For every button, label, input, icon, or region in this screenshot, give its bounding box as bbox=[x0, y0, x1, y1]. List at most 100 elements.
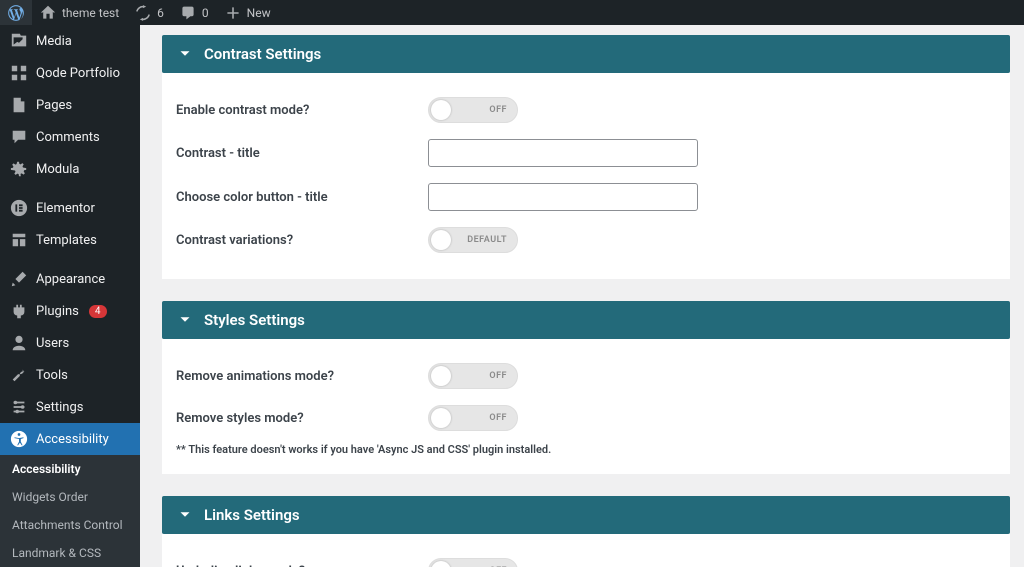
chevron-down-icon bbox=[176, 311, 194, 329]
updates-count: 6 bbox=[157, 6, 164, 20]
sidebar-item-accessibility[interactable]: Accessibility bbox=[0, 423, 140, 455]
panel-contrast-head[interactable]: Contrast Settings bbox=[162, 35, 1010, 73]
sidebar-item-users[interactable]: Users bbox=[0, 327, 140, 359]
enable-contrast-label: Enable contrast mode? bbox=[176, 103, 428, 118]
row-contrast-variations: Contrast variations? DEFAULT bbox=[176, 219, 996, 261]
toggle-state: DEFAULT bbox=[467, 235, 507, 245]
users-icon bbox=[10, 334, 28, 352]
contrast-variations-label: Contrast variations? bbox=[176, 233, 428, 248]
row-underline-links: Underline links mode? OFF bbox=[176, 550, 996, 567]
sidebar-item-label: Comments bbox=[36, 130, 100, 145]
sidebar-item-qode-portfolio[interactable]: Qode Portfolio bbox=[0, 57, 140, 89]
accessibility-submenu: Accessibility Widgets Order Attachments … bbox=[0, 455, 140, 567]
site-title: theme test bbox=[62, 6, 119, 20]
sidebar-item-label: Qode Portfolio bbox=[36, 66, 120, 81]
contrast-variations-toggle[interactable]: DEFAULT bbox=[428, 227, 518, 253]
sidebar-item-label: Plugins bbox=[36, 304, 79, 319]
sidebar-item-settings[interactable]: Settings bbox=[0, 391, 140, 423]
sidebar-item-modula[interactable]: Modula bbox=[0, 153, 140, 185]
appearance-icon bbox=[10, 270, 28, 288]
underline-links-label: Underline links mode? bbox=[176, 564, 428, 567]
submenu-widgets-order[interactable]: Widgets Order bbox=[0, 483, 140, 511]
sidebar-item-plugins[interactable]: Plugins 4 bbox=[0, 295, 140, 327]
wordpress-icon bbox=[8, 5, 24, 21]
row-remove-animations: Remove animations mode? OFF bbox=[176, 355, 996, 397]
sidebar-item-pages[interactable]: Pages bbox=[0, 89, 140, 121]
enable-contrast-toggle[interactable]: OFF bbox=[428, 97, 518, 123]
remove-animations-toggle[interactable]: OFF bbox=[428, 363, 518, 389]
panel-title: Links Settings bbox=[204, 506, 300, 524]
admin-sidebar: Media Qode Portfolio Pages Comments Modu… bbox=[0, 25, 140, 567]
sidebar-item-label: Pages bbox=[36, 98, 72, 113]
toggle-knob bbox=[431, 408, 451, 428]
toggle-state: OFF bbox=[489, 413, 507, 423]
sidebar-item-tools[interactable]: Tools bbox=[0, 359, 140, 391]
gear-icon bbox=[10, 160, 28, 178]
toggle-knob bbox=[431, 366, 451, 386]
remove-styles-toggle[interactable]: OFF bbox=[428, 405, 518, 431]
color-button-title-label: Choose color button - title bbox=[176, 190, 428, 205]
contrast-title-label: Contrast - title bbox=[176, 146, 428, 161]
settings-icon bbox=[10, 398, 28, 416]
home-icon bbox=[40, 5, 56, 21]
wp-logo[interactable] bbox=[0, 0, 32, 25]
submenu-attachments-control[interactable]: Attachments Control bbox=[0, 511, 140, 539]
sidebar-item-label: Tools bbox=[36, 368, 68, 383]
toggle-knob bbox=[431, 561, 451, 567]
row-remove-styles: Remove styles mode? OFF bbox=[176, 397, 996, 439]
panel-title: Styles Settings bbox=[204, 311, 305, 329]
sidebar-item-templates[interactable]: Templates bbox=[0, 224, 140, 256]
sidebar-item-label: Users bbox=[36, 336, 69, 351]
pages-icon bbox=[10, 96, 28, 114]
styles-note: ** This feature doesn't works if you hav… bbox=[176, 443, 996, 456]
comments-count: 0 bbox=[202, 6, 209, 20]
panel-styles-head[interactable]: Styles Settings bbox=[162, 301, 1010, 339]
templates-icon bbox=[10, 231, 28, 249]
sidebar-item-appearance[interactable]: Appearance bbox=[0, 263, 140, 295]
admin-bar: theme test 6 0 New bbox=[0, 0, 1024, 25]
panel-links-head[interactable]: Links Settings bbox=[162, 496, 1010, 534]
update-icon bbox=[135, 5, 151, 21]
media-icon bbox=[10, 32, 28, 50]
updates[interactable]: 6 bbox=[127, 0, 172, 25]
tools-icon bbox=[10, 366, 28, 384]
row-contrast-title: Contrast - title bbox=[176, 131, 996, 175]
color-button-title-input[interactable] bbox=[428, 183, 698, 211]
panel-contrast-body: Enable contrast mode? OFF Contrast - tit… bbox=[162, 73, 1010, 279]
new-content[interactable]: New bbox=[217, 0, 279, 25]
new-label: New bbox=[247, 6, 271, 20]
toggle-state: OFF bbox=[489, 371, 507, 381]
accessibility-icon bbox=[10, 430, 28, 448]
panel-title: Contrast Settings bbox=[204, 45, 321, 63]
row-enable-contrast: Enable contrast mode? OFF bbox=[176, 89, 996, 131]
chevron-down-icon bbox=[176, 506, 194, 524]
underline-links-toggle[interactable]: OFF bbox=[428, 558, 518, 567]
sidebar-item-media[interactable]: Media bbox=[0, 25, 140, 57]
remove-styles-label: Remove styles mode? bbox=[176, 411, 428, 426]
comments[interactable]: 0 bbox=[172, 0, 217, 25]
sidebar-item-elementor[interactable]: Elementor bbox=[0, 192, 140, 224]
sidebar-item-label: Appearance bbox=[36, 272, 105, 287]
sidebar-item-label: Modula bbox=[36, 162, 80, 177]
plugins-badge: 4 bbox=[89, 305, 107, 318]
contrast-title-input[interactable] bbox=[428, 139, 698, 167]
submenu-accessibility[interactable]: Accessibility bbox=[0, 455, 140, 483]
toggle-knob bbox=[431, 100, 451, 120]
site-name[interactable]: theme test bbox=[32, 0, 127, 25]
plugin-icon bbox=[10, 302, 28, 320]
sidebar-item-label: Settings bbox=[36, 400, 83, 415]
sidebar-item-comments[interactable]: Comments bbox=[0, 121, 140, 153]
sidebar-item-label: Templates bbox=[36, 233, 97, 248]
sidebar-item-label: Media bbox=[36, 34, 72, 49]
main-content: Contrast Settings Enable contrast mode? … bbox=[140, 25, 1024, 567]
grid-icon bbox=[10, 64, 28, 82]
elementor-icon bbox=[10, 199, 28, 217]
submenu-landmark-css[interactable]: Landmark & CSS bbox=[0, 539, 140, 567]
chevron-down-icon bbox=[176, 45, 194, 63]
comments-icon bbox=[180, 5, 196, 21]
comments-icon bbox=[10, 128, 28, 146]
toggle-state: OFF bbox=[489, 105, 507, 115]
remove-animations-label: Remove animations mode? bbox=[176, 369, 428, 384]
plus-icon bbox=[225, 5, 241, 21]
sidebar-item-label: Accessibility bbox=[36, 432, 109, 447]
